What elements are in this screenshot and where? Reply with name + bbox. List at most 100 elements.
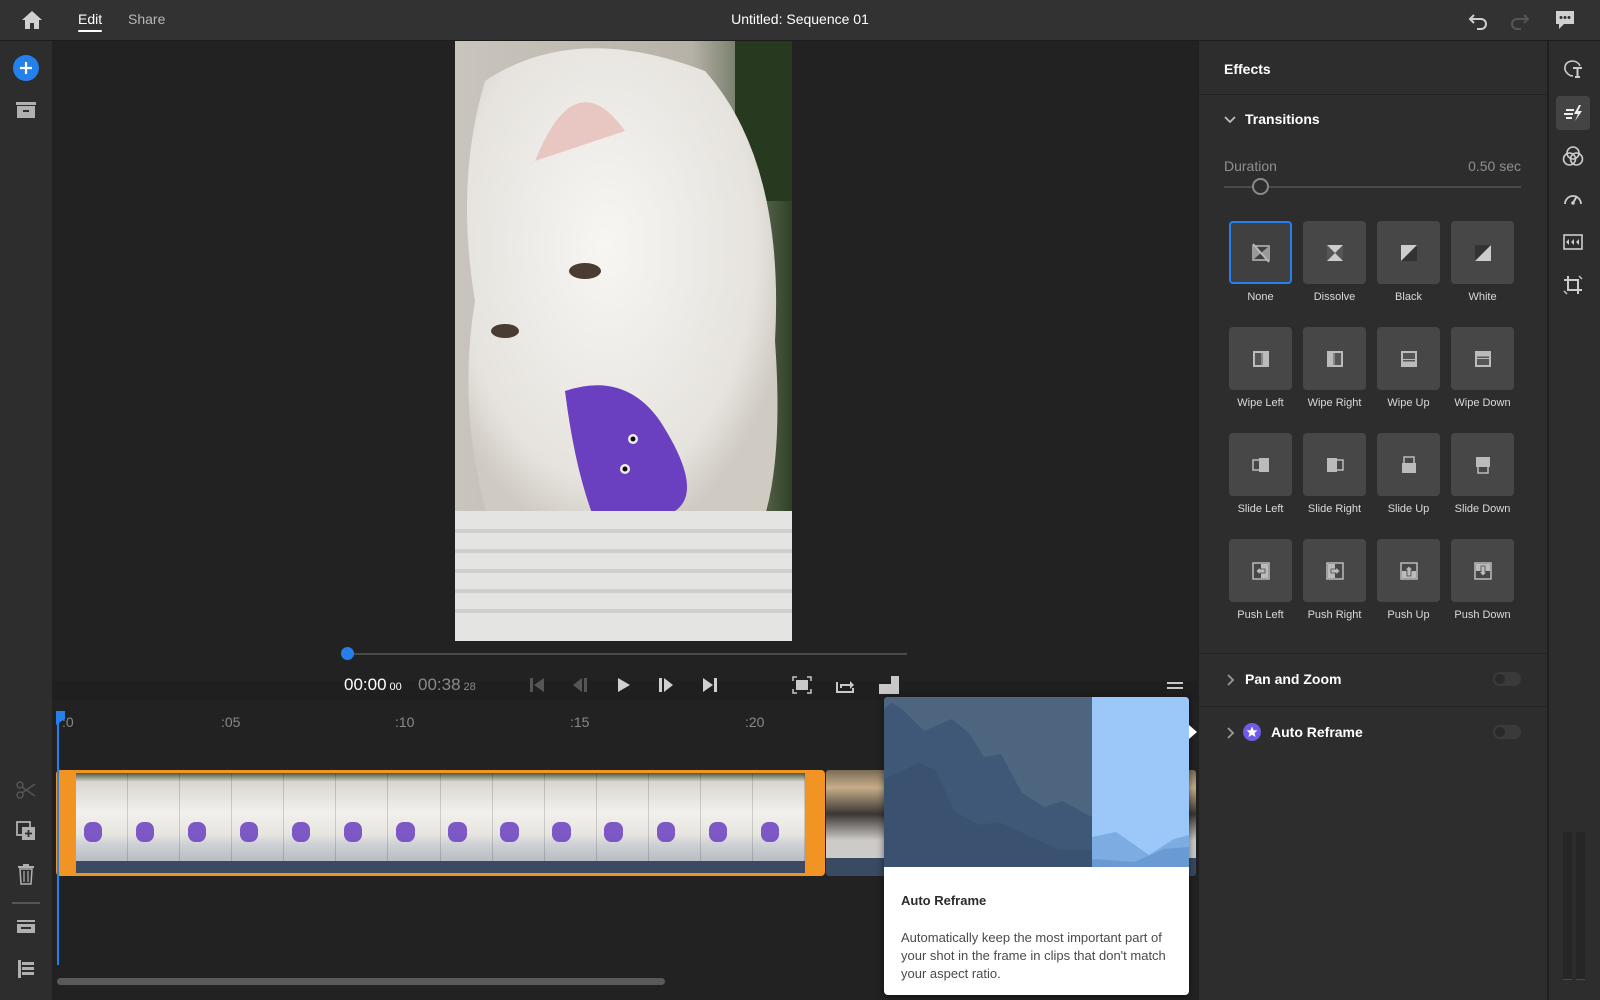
transitions-section-header[interactable]: Transitions <box>1245 111 1320 127</box>
clip-frame <box>440 773 493 861</box>
section-divider <box>1198 653 1547 654</box>
track-options-button[interactable] <box>12 913 40 941</box>
playhead-line <box>57 711 59 965</box>
push-left-icon <box>1251 561 1270 580</box>
transition-push-up[interactable]: Push Up <box>1377 539 1440 621</box>
speed-button[interactable] <box>1556 182 1590 216</box>
transition-push-down[interactable]: Push Down <box>1451 539 1514 621</box>
chevron-right-icon <box>1227 727 1235 739</box>
effects-button[interactable] <box>1556 96 1590 130</box>
crop-button[interactable] <box>1556 268 1590 302</box>
go-to-end-icon <box>703 678 717 692</box>
transition-label: Wipe Down <box>1454 397 1511 409</box>
export-icon <box>836 681 854 693</box>
clip-frame <box>596 773 649 861</box>
transition-white[interactable]: White <box>1451 221 1514 303</box>
transition-slide-up[interactable]: Slide Up <box>1377 433 1440 515</box>
duplicate-clip-button[interactable] <box>12 817 40 845</box>
ruler-tick: :10 <box>395 714 415 730</box>
clip-frame <box>648 773 701 861</box>
delete-button[interactable] <box>12 860 40 888</box>
feedback-icon <box>1556 11 1574 29</box>
auto-reframe-illustration <box>884 697 1189 867</box>
feedback-button[interactable] <box>1553 9 1577 31</box>
transition-wipe-up[interactable]: Wipe Up <box>1377 327 1440 409</box>
tooltip-pointer <box>1189 725 1197 739</box>
total-frames: 28 <box>463 681 476 693</box>
tab-edit[interactable]: Edit <box>78 11 103 32</box>
effects-icon <box>1564 105 1582 121</box>
transition-wipe-right[interactable]: Wipe Right <box>1303 327 1366 409</box>
transition-push-right[interactable]: Push Right <box>1303 539 1366 621</box>
clip-frame <box>388 773 441 861</box>
scrubber-handle[interactable] <box>341 647 354 660</box>
pan-zoom-expand-toggle[interactable] <box>1224 673 1236 686</box>
transition-label: White <box>1468 291 1497 303</box>
video-frame-image <box>455 41 792 641</box>
clip-frame <box>180 773 233 861</box>
transition-wipe-left[interactable]: Wipe Left <box>1229 327 1292 409</box>
pan-zoom-section-header[interactable]: Pan and Zoom <box>1245 671 1341 687</box>
crop-icon <box>1563 275 1583 295</box>
timeline-list-button[interactable] <box>12 955 40 983</box>
clip-frame <box>232 773 285 861</box>
auto-reframe-tooltip: Auto Reframe Automatically keep the most… <box>884 697 1189 995</box>
video-preview[interactable] <box>455 41 792 641</box>
duration-slider-thumb[interactable] <box>1251 178 1269 195</box>
add-media-button[interactable] <box>13 55 39 81</box>
step-back-button[interactable] <box>567 673 593 697</box>
step-forward-icon <box>659 678 673 692</box>
transition-label: Push Down <box>1454 609 1511 621</box>
total-duration: 00:38 28 <box>418 675 476 695</box>
chevron-down-icon <box>1224 116 1236 124</box>
clip-frame <box>700 773 754 861</box>
step-forward-button[interactable] <box>653 673 679 697</box>
titles-button[interactable] <box>1556 52 1590 86</box>
clip-trim-handle-left[interactable] <box>59 773 76 873</box>
transition-dissolve[interactable]: Dissolve <box>1303 221 1366 303</box>
clip-thumbnails <box>76 773 806 861</box>
fit-frame-button[interactable] <box>789 673 815 697</box>
wipe-left-icon <box>1252 350 1269 367</box>
play-button[interactable] <box>610 673 636 697</box>
transition-slide-left[interactable]: Slide Left <box>1229 433 1292 515</box>
panel-title: Effects <box>1224 61 1271 77</box>
auto-reframe-section-header[interactable]: Auto Reframe <box>1271 724 1363 740</box>
transition-push-left[interactable]: Push Left <box>1229 539 1292 621</box>
go-to-start-button[interactable] <box>524 673 550 697</box>
transition-black[interactable]: Black <box>1377 221 1440 303</box>
home-icon <box>22 11 42 29</box>
scrubber-track[interactable] <box>347 653 907 655</box>
wipe-right-icon <box>1326 350 1343 367</box>
current-time: 00:00 <box>344 675 387 694</box>
auto-reframe-toggle[interactable] <box>1493 725 1521 739</box>
color-button[interactable] <box>1556 139 1590 173</box>
aspect-ratio-icon <box>879 676 899 694</box>
transition-none[interactable]: None <box>1229 221 1292 303</box>
timeline-scrollbar[interactable] <box>57 978 665 985</box>
export-button[interactable] <box>832 673 858 697</box>
pan-zoom-toggle[interactable] <box>1493 672 1521 686</box>
top-bar: Edit Share Untitled: Sequence 01 <box>0 0 1600 41</box>
transitions-expand-toggle[interactable] <box>1224 113 1236 125</box>
home-button[interactable] <box>20 9 44 31</box>
transition-slide-down[interactable]: Slide Down <box>1451 433 1514 515</box>
aspect-ratio-button[interactable] <box>876 673 902 697</box>
redo-button[interactable] <box>1508 9 1532 31</box>
timeline-menu-button[interactable] <box>1167 679 1183 691</box>
track-options-icon <box>17 920 35 933</box>
transition-wipe-down[interactable]: Wipe Down <box>1451 327 1514 409</box>
project-bin-button[interactable] <box>12 96 40 124</box>
tab-share[interactable]: Share <box>128 11 165 27</box>
clip-frame <box>492 773 545 861</box>
fade-black-icon <box>1400 244 1417 261</box>
audio-button[interactable] <box>1556 225 1590 259</box>
clip-trim-handle-right[interactable] <box>805 773 822 873</box>
video-clip-selected[interactable] <box>56 770 825 876</box>
transition-slide-right[interactable]: Slide Right <box>1303 433 1366 515</box>
undo-button[interactable] <box>1466 9 1490 31</box>
play-icon <box>618 678 630 692</box>
auto-reframe-expand-toggle[interactable] <box>1224 726 1236 739</box>
go-to-end-button[interactable] <box>697 673 723 697</box>
split-clip-button[interactable] <box>12 776 40 804</box>
